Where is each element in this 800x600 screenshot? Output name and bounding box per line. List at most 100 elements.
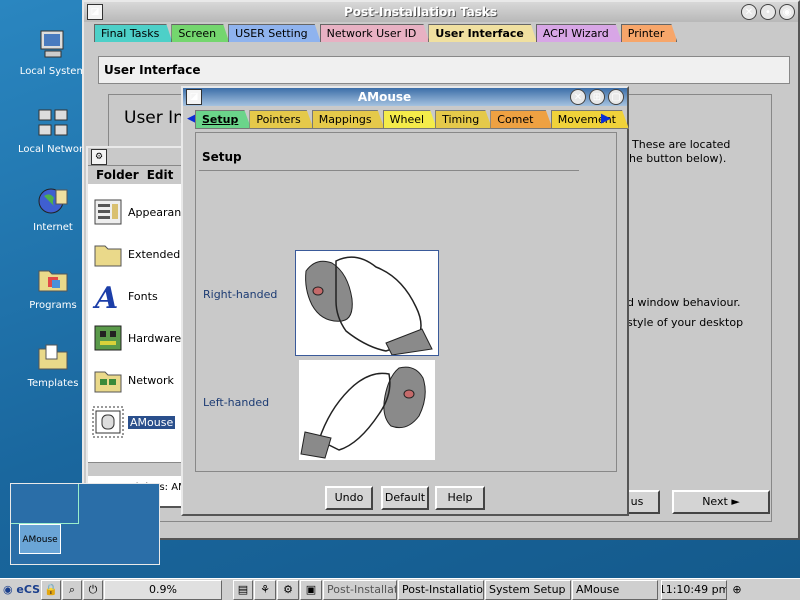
- tab-bar: Setup Pointers Mappings Wheel Timing Com…: [195, 110, 627, 130]
- right-handed-label: Right-handed: [203, 288, 278, 301]
- tab-mappings[interactable]: Mappings: [312, 110, 385, 129]
- desktop-icon-label: Programs: [29, 300, 77, 311]
- tab-wheel[interactable]: Wheel: [383, 110, 437, 129]
- info-text: d window behaviour.: [627, 296, 741, 309]
- mouse-icon: [92, 406, 124, 438]
- maximize-icon[interactable]: ◉: [779, 4, 795, 20]
- folder-icon: [94, 245, 122, 267]
- desktop-icon-local-system[interactable]: Local System: [18, 28, 88, 77]
- panel-title: User Interface: [98, 56, 790, 84]
- task-post-installation-1[interactable]: Post-Installatio: [323, 579, 397, 600]
- network-icon: [94, 371, 122, 393]
- desktop-icon-internet[interactable]: Internet: [18, 184, 88, 233]
- tab-final-tasks[interactable]: Final Tasks: [94, 24, 172, 42]
- amouse-window: ◪ AMouse ✕ ⊞ ▢ ◀ Setup Pointers Mappings…: [181, 86, 629, 516]
- titlebar[interactable]: ⚙: [88, 148, 188, 166]
- default-button[interactable]: Default: [381, 486, 429, 510]
- system-setup-folder-window: ⚙ Folder Edit Appearance Extended Me A F…: [86, 146, 190, 508]
- section-title: Setup: [202, 150, 242, 164]
- horizontal-scrollbar[interactable]: [88, 462, 188, 476]
- pager-desktop-1[interactable]: [11, 484, 79, 524]
- hardware-icon: [94, 325, 122, 351]
- tab-bar: Final Tasks Screen USER Setting Network …: [94, 24, 676, 42]
- desktop-icon-templates[interactable]: Templates: [18, 340, 88, 389]
- close-icon[interactable]: ✕: [570, 89, 586, 105]
- left-handed-label: Left-handed: [203, 396, 270, 409]
- tab-network-user-id[interactable]: Network User ID: [320, 24, 430, 42]
- start-button[interactable]: ◉ eCS: [0, 580, 40, 600]
- menu-edit[interactable]: Edit: [147, 166, 174, 184]
- network-icon: [38, 109, 68, 136]
- folder-item-label: Appearance: [128, 205, 186, 219]
- search-icon[interactable]: ⌕: [62, 579, 82, 600]
- power-icon[interactable]: ⏻: [83, 579, 103, 600]
- left-hand-mouse-image: [300, 366, 426, 459]
- desktop-icon-local-network[interactable]: Local Network: [18, 106, 89, 155]
- folder-item-label: AMouse: [128, 415, 176, 429]
- fonts-icon: A: [92, 281, 118, 312]
- desktop-icon-programs[interactable]: Programs: [18, 262, 88, 311]
- tab-pointers[interactable]: Pointers: [249, 110, 313, 129]
- tab-printer[interactable]: Printer: [621, 24, 678, 42]
- windows-list-icon[interactable]: ▤: [233, 579, 253, 600]
- desktop-icon-label: Local System: [19, 66, 87, 77]
- programs-folder-icon: [38, 270, 68, 292]
- window-menu-icon[interactable]: ⚙: [91, 148, 107, 165]
- taskbar: ◉ eCS 🔒 ⌕ ⏻ 0.9% ▤ ⚘ ⚙ ▣ Post-Installati…: [0, 578, 800, 600]
- task-amouse[interactable]: AMouse: [572, 579, 658, 600]
- system-setup-icon[interactable]: ⚙: [277, 579, 299, 600]
- folder-item-amouse[interactable]: AMouse: [92, 406, 186, 438]
- svg-text:A: A: [92, 281, 118, 312]
- left-handed-option[interactable]: [299, 360, 435, 460]
- desktop-icon-label: Local Network: [18, 144, 89, 155]
- desktop-icon-label: Templates: [27, 378, 79, 389]
- titlebar[interactable]: ◪ Post-Installation Tasks ✕ • ◉: [84, 2, 798, 22]
- right-handed-option[interactable]: [295, 250, 439, 356]
- window-title: AMouse: [357, 90, 412, 104]
- desktop-icon-label: Internet: [33, 222, 73, 233]
- window-menu-icon[interactable]: ◪: [87, 4, 103, 20]
- tab-setup[interactable]: Setup: [195, 110, 251, 129]
- folder-item-fonts[interactable]: A Fonts: [92, 280, 186, 312]
- tab-user-interface[interactable]: User Interface: [428, 24, 536, 42]
- lock-icon[interactable]: 🔒: [41, 579, 61, 600]
- folder-item-appearance[interactable]: Appearance: [92, 196, 186, 228]
- minimize-icon[interactable]: ⊞: [589, 89, 605, 105]
- templates-folder-icon: [38, 344, 68, 370]
- tab-screen[interactable]: Screen: [171, 24, 229, 42]
- globe-icon: [38, 188, 68, 214]
- tray-icon[interactable]: ⊕: [728, 580, 746, 600]
- pager-window-thumb[interactable]: AMouse: [19, 524, 61, 554]
- maximize-icon[interactable]: ▢: [608, 89, 624, 105]
- next-button[interactable]: Next ►: [672, 490, 770, 514]
- undo-button[interactable]: Undo: [325, 486, 373, 510]
- tab-user-setting[interactable]: USER Setting: [228, 24, 321, 42]
- tab-movement[interactable]: Movement: [551, 110, 629, 129]
- folder-icon[interactable]: ▣: [300, 579, 322, 600]
- info-text: style of your desktop: [627, 316, 744, 329]
- window-menu-icon[interactable]: ◪: [186, 89, 202, 105]
- clock: 11:10:49 pm: [661, 579, 727, 600]
- titlebar[interactable]: ◪ AMouse ✕ ⊞ ▢: [183, 88, 627, 106]
- info-text: he button below).: [629, 152, 727, 165]
- page-title: User In: [124, 108, 184, 128]
- computer-icon: [40, 30, 64, 58]
- folder-item-hardware[interactable]: Hardware M: [92, 322, 186, 354]
- folder-item-network[interactable]: Network: [92, 364, 186, 396]
- tab-acpi-wizard[interactable]: ACPI Wizard: [536, 24, 622, 42]
- folder-item-label: Network: [128, 373, 174, 387]
- help-button[interactable]: Help: [435, 486, 485, 510]
- close-icon[interactable]: ✕: [741, 4, 757, 20]
- task-system-setup[interactable]: System Setup: [485, 579, 571, 600]
- tab-scroll-right-icon[interactable]: ▶: [601, 111, 611, 126]
- tab-timing[interactable]: Timing: [435, 110, 492, 129]
- menu-folder[interactable]: Folder: [96, 166, 139, 184]
- task-post-installation-2[interactable]: Post-Installatio: [398, 579, 484, 600]
- minimize-icon[interactable]: •: [760, 4, 776, 20]
- folder-item-label: Extended Me: [128, 247, 186, 261]
- network-icon[interactable]: ⚘: [254, 579, 276, 600]
- desktop-pager[interactable]: AMouse: [10, 483, 160, 565]
- info-text: These are located: [632, 138, 731, 151]
- folder-item-extended-me[interactable]: Extended Me: [92, 238, 186, 270]
- tab-comet-cursor[interactable]: Comet Cursor: [490, 110, 552, 129]
